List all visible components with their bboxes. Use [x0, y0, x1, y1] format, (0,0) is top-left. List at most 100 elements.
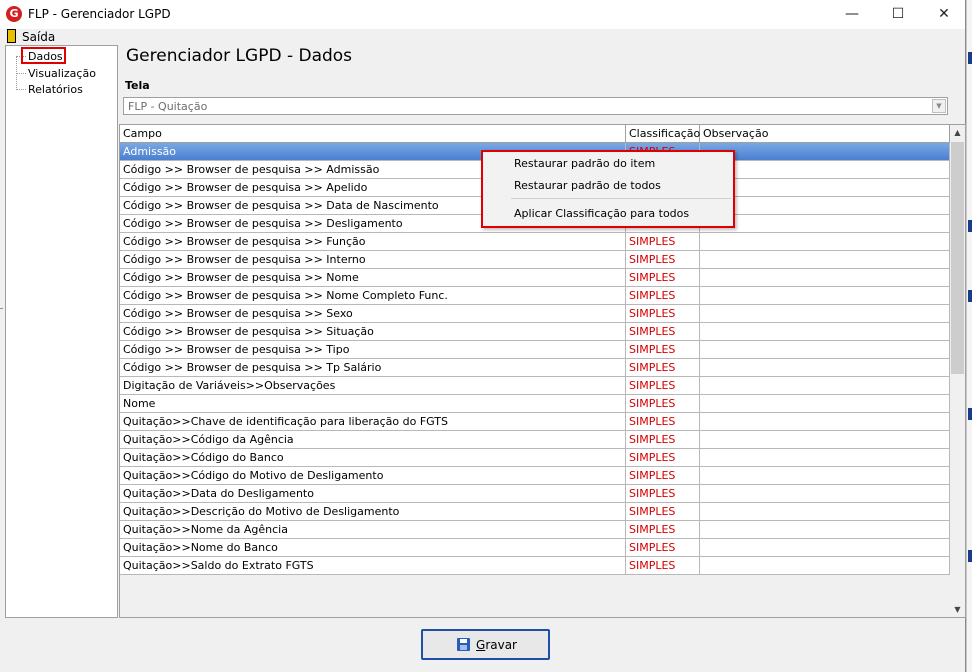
tela-select[interactable]: FLP - Quitação ▼ [123, 97, 948, 115]
scroll-thumb[interactable] [951, 142, 964, 374]
vertical-scrollbar[interactable]: ▲ ▼ [950, 125, 965, 617]
cell-campo[interactable]: Código >> Browser de pesquisa >> Nome [120, 269, 626, 286]
cell-classificacao[interactable]: SIMPLES [626, 287, 700, 304]
cell-classificacao[interactable]: SIMPLES [626, 539, 700, 556]
column-header-classificacao[interactable]: Classificação [626, 125, 700, 142]
cell-observacao[interactable] [700, 143, 950, 160]
cell-observacao[interactable] [700, 377, 950, 394]
cell-campo[interactable]: Código >> Browser de pesquisa >> Tipo [120, 341, 626, 358]
cell-observacao[interactable] [700, 359, 950, 376]
cell-campo[interactable]: Quitação>>Nome da Agência [120, 521, 626, 538]
cell-classificacao[interactable]: SIMPLES [626, 323, 700, 340]
scroll-down-icon[interactable]: ▼ [950, 602, 965, 617]
cell-observacao[interactable] [700, 413, 950, 430]
cell-observacao[interactable] [700, 287, 950, 304]
close-button[interactable]: ✕ [921, 0, 967, 29]
cell-observacao[interactable] [700, 539, 950, 556]
cell-observacao[interactable] [700, 521, 950, 538]
cell-observacao[interactable] [700, 197, 950, 214]
table-row[interactable]: Nome SIMPLES [120, 395, 950, 413]
cell-observacao[interactable] [700, 179, 950, 196]
maximize-button[interactable]: ☐ [875, 0, 921, 29]
table-row[interactable]: Código >> Browser de pesquisa >> Interno… [120, 251, 950, 269]
chevron-down-icon[interactable]: ▼ [932, 99, 946, 113]
cell-campo[interactable]: Quitação>>Nome do Banco [120, 539, 626, 556]
table-row[interactable]: Código >> Browser de pesquisa >> Função S… [120, 233, 950, 251]
cell-classificacao[interactable]: SIMPLES [626, 269, 700, 286]
table-row[interactable]: Quitação>>Código do Motivo de Desligamen… [120, 467, 950, 485]
menu-item-restore-all[interactable]: Restaurar padrão de todos [514, 179, 661, 192]
table-row[interactable]: Código >> Browser de pesquisa >> Nome SIM… [120, 269, 950, 287]
cell-campo[interactable]: Digitação de Variáveis>>Observações [120, 377, 626, 394]
cell-campo[interactable]: Nome [120, 395, 626, 412]
cell-campo[interactable]: Código >> Browser de pesquisa >> Sexo [120, 305, 626, 322]
cell-observacao[interactable] [700, 503, 950, 520]
menu-item-restore-item[interactable]: Restaurar padrão do item [514, 157, 655, 170]
table-row[interactable]: Código >> Browser de pesquisa >> Nome Co… [120, 287, 950, 305]
sidebar-item-dados[interactable]: Dados [28, 50, 63, 63]
column-header-campo[interactable]: Campo [120, 125, 626, 142]
cell-campo[interactable]: Quitação>>Código da Agência [120, 431, 626, 448]
cell-campo[interactable]: Código >> Browser de pesquisa >> Interno [120, 251, 626, 268]
sidebar-item-relatorios[interactable]: Relatórios [28, 83, 83, 96]
table-row[interactable]: Quitação>>Código da Agência SIMPLES [120, 431, 950, 449]
cell-classificacao[interactable]: SIMPLES [626, 557, 700, 574]
table-row[interactable]: Código >> Browser de pesquisa >> Sexo SIM… [120, 305, 950, 323]
cell-observacao[interactable] [700, 431, 950, 448]
cell-classificacao[interactable]: SIMPLES [626, 341, 700, 358]
table-row[interactable]: Quitação>>Saldo do Extrato FGTS SIMPLES [120, 557, 950, 575]
cell-observacao[interactable] [700, 161, 950, 178]
cell-classificacao[interactable]: SIMPLES [626, 449, 700, 466]
cell-observacao[interactable] [700, 467, 950, 484]
cell-classificacao[interactable]: SIMPLES [626, 377, 700, 394]
cell-campo[interactable]: Código >> Browser de pesquisa >> Situaçã… [120, 323, 626, 340]
cell-observacao[interactable] [700, 395, 950, 412]
cell-classificacao[interactable]: SIMPLES [626, 485, 700, 502]
cell-classificacao[interactable]: SIMPLES [626, 521, 700, 538]
cell-campo[interactable]: Código >> Browser de pesquisa >> Função [120, 233, 626, 250]
cell-classificacao[interactable]: SIMPLES [626, 413, 700, 430]
cell-classificacao[interactable]: SIMPLES [626, 233, 700, 250]
save-button[interactable]: Gravar [421, 629, 550, 660]
cell-campo[interactable]: Quitação>>Código do Banco [120, 449, 626, 466]
table-row[interactable]: Código >> Browser de pesquisa >> Tipo SIM… [120, 341, 950, 359]
cell-observacao[interactable] [700, 557, 950, 574]
cell-classificacao[interactable]: SIMPLES [626, 359, 700, 376]
cell-campo[interactable]: Quitação>>Saldo do Extrato FGTS [120, 557, 626, 574]
cell-campo[interactable]: Código >> Browser de pesquisa >> Tp Salá… [120, 359, 626, 376]
cell-classificacao[interactable]: SIMPLES [626, 395, 700, 412]
table-row[interactable]: Quitação>>Nome do Banco SIMPLES [120, 539, 950, 557]
cell-observacao[interactable] [700, 215, 950, 232]
cell-campo[interactable]: Quitação>>Código do Motivo de Desligamen… [120, 467, 626, 484]
cell-observacao[interactable] [700, 269, 950, 286]
cell-campo[interactable]: Quitação>>Descrição do Motivo de Desliga… [120, 503, 626, 520]
cell-observacao[interactable] [700, 305, 950, 322]
menu-item-apply-all[interactable]: Aplicar Classificação para todos [514, 207, 689, 220]
table-row[interactable]: Quitação>>Nome da Agência SIMPLES [120, 521, 950, 539]
table-row[interactable]: Quitação>>Código do Banco SIMPLES [120, 449, 950, 467]
cell-observacao[interactable] [700, 485, 950, 502]
cell-observacao[interactable] [700, 341, 950, 358]
table-row[interactable]: Código >> Browser de pesquisa >> Tp Salá… [120, 359, 950, 377]
cell-campo[interactable]: Quitação>>Data do Desligamento [120, 485, 626, 502]
sidebar-item-visualizacao[interactable]: Visualização [28, 67, 96, 80]
cell-observacao[interactable] [700, 233, 950, 250]
minimize-button[interactable]: — [829, 0, 875, 29]
cell-classificacao[interactable]: SIMPLES [626, 503, 700, 520]
table-row[interactable]: Quitação>>Chave de identificação para li… [120, 413, 950, 431]
cell-observacao[interactable] [700, 323, 950, 340]
table-row[interactable]: Quitação>>Descrição do Motivo de Desliga… [120, 503, 950, 521]
cell-campo[interactable]: Quitação>>Chave de identificação para li… [120, 413, 626, 430]
cell-observacao[interactable] [700, 449, 950, 466]
cell-classificacao[interactable]: SIMPLES [626, 305, 700, 322]
cell-campo[interactable]: Código >> Browser de pesquisa >> Nome Co… [120, 287, 626, 304]
menu-item-exit[interactable]: Saída [22, 30, 55, 44]
column-header-observacao[interactable]: Observação [700, 125, 950, 142]
cell-classificacao[interactable]: SIMPLES [626, 431, 700, 448]
table-row[interactable]: Digitação de Variáveis>>Observações SIMPL… [120, 377, 950, 395]
cell-classificacao[interactable]: SIMPLES [626, 251, 700, 268]
table-row[interactable]: Código >> Browser de pesquisa >> Situaçã… [120, 323, 950, 341]
cell-observacao[interactable] [700, 251, 950, 268]
scroll-up-icon[interactable]: ▲ [950, 125, 965, 140]
cell-classificacao[interactable]: SIMPLES [626, 467, 700, 484]
